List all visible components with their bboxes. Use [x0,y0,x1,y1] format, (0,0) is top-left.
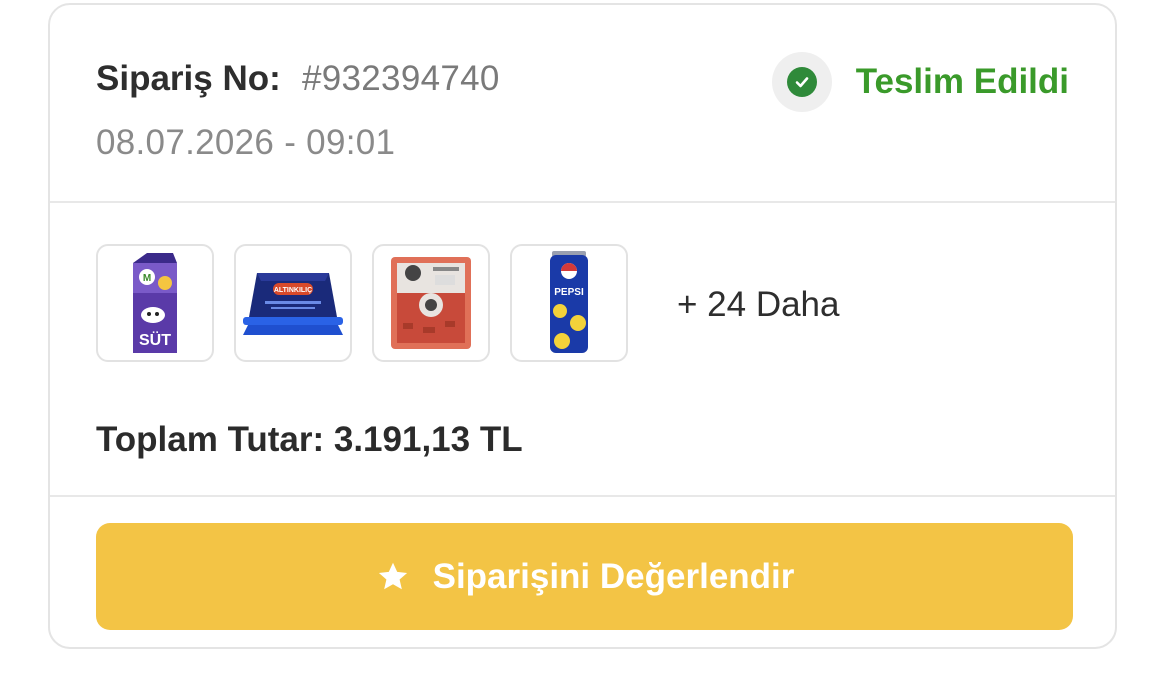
minced-meat-icon [391,257,471,349]
order-date: 08.07.2026 - 09:01 [96,123,396,162]
product-thumbnails[interactable]: M SÜT ALTINKILIÇ PEPSI [96,244,628,362]
rate-order-button[interactable]: Siparişini Değerlendir [96,523,1073,630]
order-number-label: Sipariş No: [96,59,281,98]
pepsi-can-text: PEPSI [554,287,584,298]
order-card: Sipariş No: #932394740 08.07.2026 - 09:0… [48,3,1117,649]
star-icon [378,562,407,589]
divider-top [50,201,1115,203]
divider-bottom [50,495,1115,497]
status-icon-wrap [772,52,832,112]
total-amount: Toplam Tutar: 3.191,13 TL [96,420,523,459]
product-thumb-meat[interactable] [372,244,490,362]
cheese-brand-text: ALTINKILIÇ [274,287,312,294]
product-thumb-milk[interactable]: M SÜT [96,244,214,362]
order-number: #932394740 [302,59,500,98]
svg-text:M: M [143,273,151,284]
soda-can-icon: PEPSI [550,251,588,353]
milk-carton-text: SÜT [139,330,171,349]
milk-carton-icon: M SÜT [133,253,177,353]
check-circle-icon [787,67,817,97]
more-items-text: + 24 Daha [677,285,840,324]
cheese-tub-icon: ALTINKILIÇ [243,273,343,335]
product-thumb-cheese[interactable]: ALTINKILIÇ [234,244,352,362]
product-thumb-pepsi[interactable]: PEPSI [510,244,628,362]
rate-order-label: Siparişini Değerlendir [432,556,795,596]
status-delivered: Teslim Edildi [855,62,1069,101]
